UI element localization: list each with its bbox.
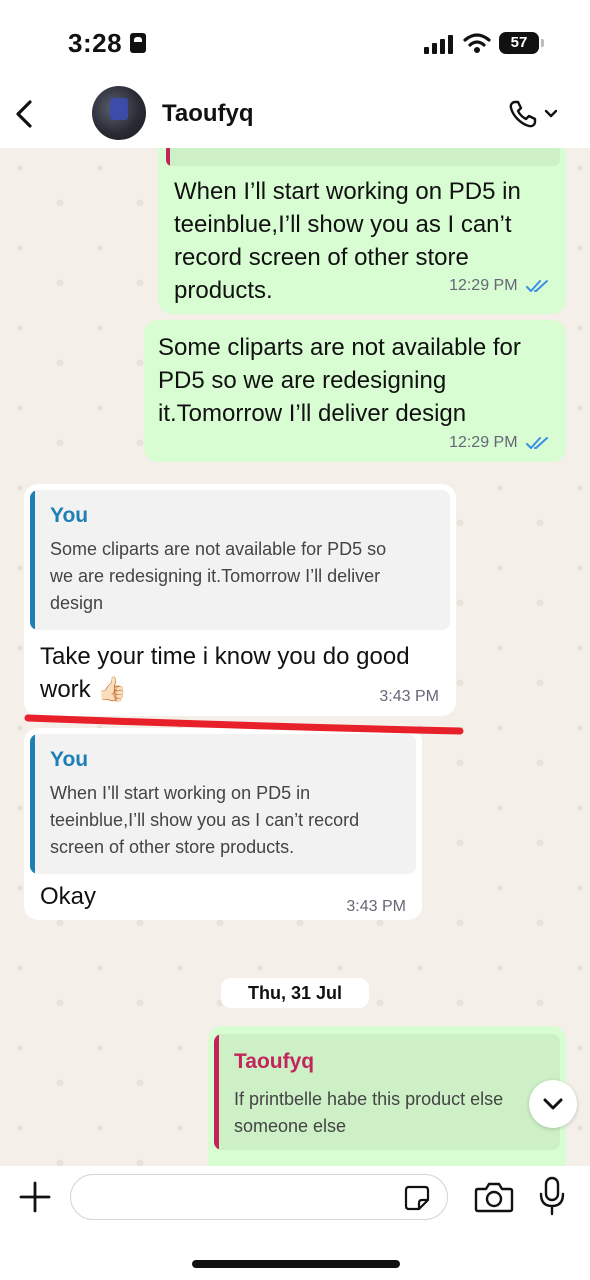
message-meta: 12:29 PM (449, 277, 550, 295)
message-text: Okay (40, 883, 97, 910)
quoted-message[interactable]: You Some cliparts are not available for … (30, 490, 450, 630)
quote-text: Some cliparts are not available for PD5 … (50, 539, 387, 613)
chat-area[interactable]: When I’ll start working on PD5 in teeinb… (0, 148, 590, 1166)
message-meta: 12:29 PM (449, 434, 550, 452)
quote-text: If printbelle habe this product else som… (234, 1089, 504, 1136)
wifi-icon (463, 33, 491, 53)
home-indicator (192, 1260, 400, 1268)
back-icon[interactable] (10, 94, 40, 134)
message-time: 3:43 PM (379, 688, 439, 705)
plus-icon[interactable] (18, 1180, 52, 1214)
composer-bar (0, 1166, 590, 1280)
quote-text: When I’ll start working on PD5 in teeinb… (50, 783, 360, 857)
double-check-icon (526, 279, 548, 292)
quote-author: Taoufyq (234, 1050, 315, 1073)
phone-icon[interactable] (505, 94, 563, 134)
status-time: 3:28 (68, 28, 123, 58)
date-separator: Thu, 31 Jul (221, 978, 369, 1008)
message-time: 12:29 PM (449, 434, 518, 451)
sticker-icon[interactable] (403, 1184, 431, 1212)
quoted-message[interactable]: You When I’ll start working on PD5 in te… (30, 734, 416, 874)
chevron-down-icon (543, 1098, 563, 1110)
chevron-down-icon (544, 109, 558, 118)
quote-preview-cut (166, 148, 560, 166)
id-card-icon (130, 33, 146, 53)
quoted-message[interactable]: Taoufyq If printbelle habe this product … (214, 1034, 560, 1150)
message-bubble-outgoing[interactable]: Taoufyq If printbelle habe this product … (208, 1026, 566, 1166)
message-time: 12:29 PM (449, 277, 518, 294)
message-text: Some cliparts are not available for PD5 … (158, 334, 521, 427)
scroll-to-bottom-button[interactable] (529, 1080, 577, 1128)
message-time: 3:43 PM (346, 898, 406, 915)
avatar[interactable] (92, 86, 146, 140)
chat-header: Taoufyq (0, 80, 590, 148)
status-bar: 3:28 57 (0, 0, 590, 80)
message-bubble-incoming[interactable]: You When I’ll start working on PD5 in te… (24, 728, 422, 920)
message-input[interactable] (70, 1174, 448, 1220)
mic-icon[interactable] (538, 1176, 566, 1216)
quote-author: You (50, 504, 89, 527)
double-check-icon (526, 436, 548, 449)
message-bubble-outgoing[interactable]: Some cliparts are not available for PD5 … (144, 320, 566, 462)
quote-author: You (50, 748, 89, 771)
contact-name[interactable]: Taoufyq (162, 100, 254, 128)
signal-icon (424, 35, 453, 54)
message-input-field[interactable] (87, 1183, 387, 1211)
message-bubble-outgoing[interactable]: When I’ll start working on PD5 in teeinb… (158, 148, 566, 314)
camera-icon[interactable] (474, 1180, 514, 1214)
message-bubble-incoming[interactable]: You Some cliparts are not available for … (24, 484, 456, 716)
battery-indicator: 57 (499, 32, 544, 54)
